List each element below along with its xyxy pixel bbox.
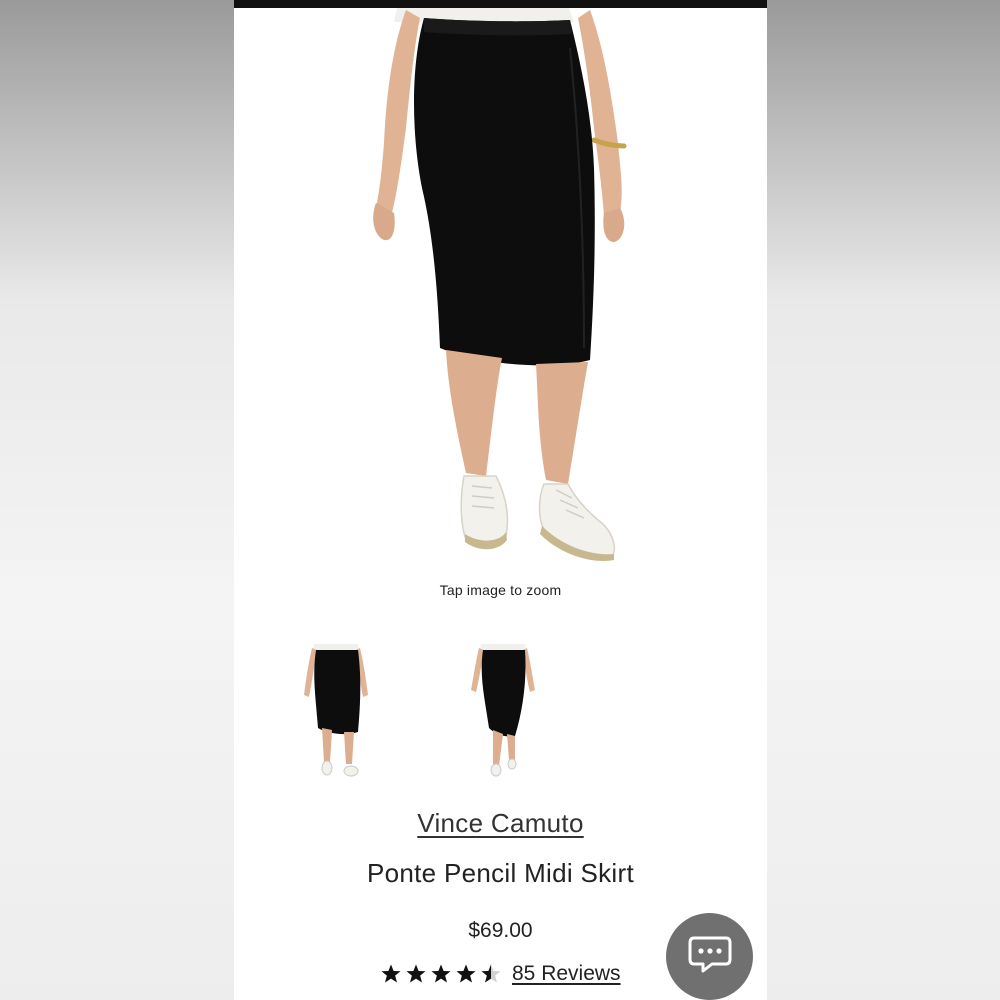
reviews-link[interactable]: 85 Reviews (512, 962, 621, 986)
star-icon (431, 964, 451, 983)
product-page: Tap image to zoom Vince Camuto Ponte Pen… (234, 0, 767, 1000)
brand-link[interactable]: Vince Camuto (234, 808, 767, 839)
product-title: Ponte Pencil Midi Skirt (366, 858, 634, 888)
status-bar (234, 0, 767, 8)
star-icon (481, 964, 501, 983)
thumbnail-front-view[interactable] (302, 640, 372, 785)
product-main-image[interactable] (234, 8, 767, 573)
rating-summary: 85 Reviews (380, 958, 621, 990)
star-rating (380, 963, 502, 985)
chat-bubble-icon (688, 934, 732, 979)
tap-to-zoom-hint: Tap image to zoom (439, 582, 562, 598)
blurred-background-right (767, 0, 1000, 1000)
thumbnail-back-view[interactable] (469, 640, 539, 785)
star-icon (381, 964, 401, 983)
star-icon (406, 964, 426, 983)
star-icon (456, 964, 476, 983)
blurred-background-left (0, 0, 234, 1000)
chat-button[interactable] (666, 913, 753, 1000)
